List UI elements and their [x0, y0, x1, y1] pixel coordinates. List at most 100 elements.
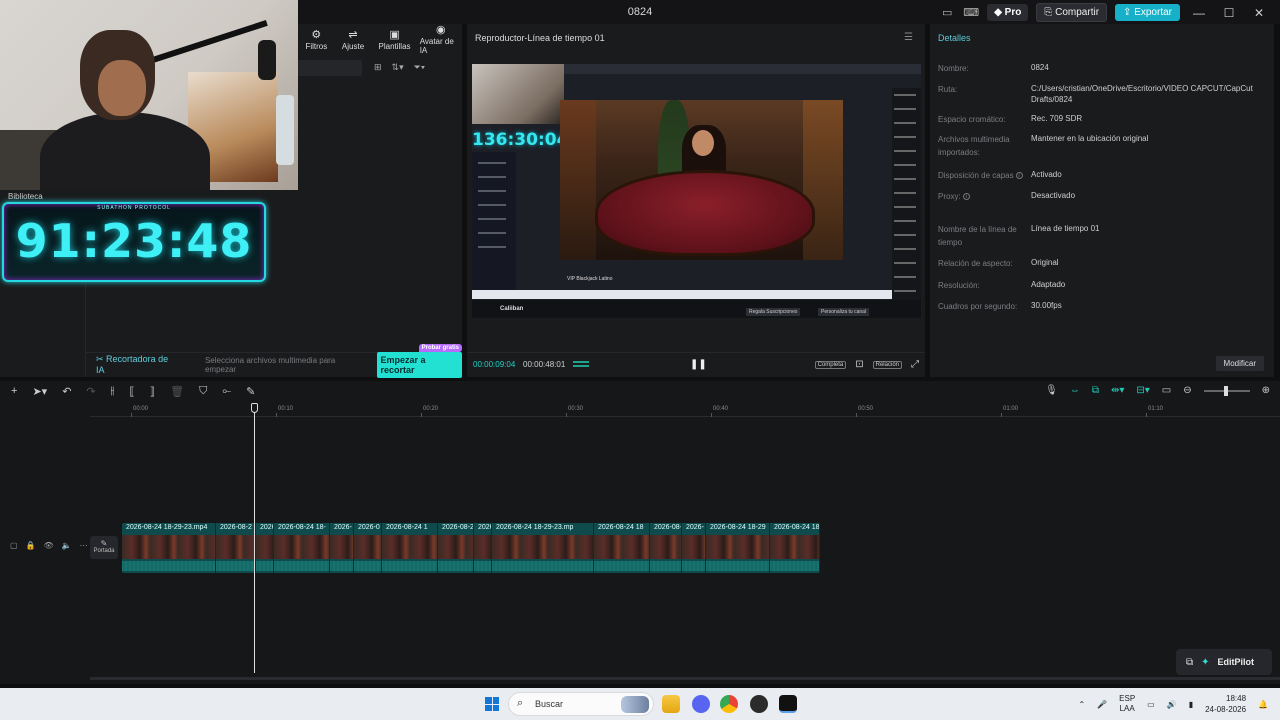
export-button[interactable]: ⇪ Exportar: [1115, 4, 1180, 21]
ratio-button[interactable]: Relación: [872, 360, 902, 369]
magnet-icon[interactable]: ⧉: [1092, 385, 1099, 396]
media-tab-1[interactable]: ⇌ Ajuste: [337, 28, 370, 51]
detail-key-text: Resolución:: [938, 281, 980, 290]
detail-value: Mantener en la ubicación original: [1031, 134, 1149, 143]
trim-left-icon[interactable]: ⟦: [129, 385, 134, 398]
add-track-icon[interactable]: +: [11, 385, 17, 398]
zoom-knob[interactable]: [1223, 385, 1228, 396]
preview-sidebar: [472, 152, 516, 298]
minimize-icon[interactable]: —: [1188, 6, 1210, 20]
maximize-icon[interactable]: ☐: [1218, 6, 1240, 20]
playhead-line[interactable]: [254, 403, 255, 673]
snapshot-icon[interactable]: ⊡: [855, 359, 863, 370]
media-tab-2[interactable]: ▣ Plantillas: [373, 28, 415, 51]
time-ruler[interactable]: 00:00 00:10 00:20 00:30 00:40 00:50 01:00 01:10: [90, 403, 1280, 417]
modify-button[interactable]: Modificar: [1215, 356, 1264, 371]
delete-icon[interactable]: 🗑: [170, 385, 184, 398]
video-clip[interactable]: 2026-: [330, 523, 354, 573]
captions-icon[interactable]: ▭: [1162, 385, 1171, 396]
video-preview[interactable]: 136:30:04 VIP Blackjack Latino Caliiban …: [472, 64, 921, 318]
video-clip[interactable]: 2026-08-24 18: [594, 523, 650, 573]
close-icon[interactable]: ✕: [1248, 6, 1270, 20]
marker-icon[interactable]: ⛉: [199, 385, 207, 398]
playhead-handle[interactable]: [251, 403, 258, 413]
video-clip[interactable]: 2026-08-24 18-29-23.mp: [492, 523, 594, 573]
notifications-icon[interactable]: 🔔: [1258, 700, 1268, 709]
chrome-icon[interactable]: [720, 695, 738, 713]
trim-right-icon[interactable]: ⟧: [150, 385, 155, 398]
visibility-icon[interactable]: 👁: [44, 541, 54, 550]
discord-icon[interactable]: [692, 695, 710, 713]
video-clip[interactable]: 2026-08-24 18-29: [706, 523, 770, 573]
more-icon[interactable]: ⋯: [80, 541, 88, 550]
lock-icon[interactable]: 🔒: [26, 541, 36, 550]
select-tool-icon[interactable]: ➤▾: [32, 385, 47, 398]
full-quality-button[interactable]: Completa: [814, 360, 847, 369]
filter-icon[interactable]: ⏷▾: [414, 62, 426, 73]
link-main-track-icon[interactable]: ⇔: [1070, 385, 1080, 396]
auto-reframe-icon[interactable]: ✎: [246, 385, 255, 398]
redo-icon[interactable]: ↷: [86, 385, 95, 398]
record-voice-icon[interactable]: 🎙: [1045, 385, 1058, 396]
preview-axis-icon[interactable]: ⊟▾: [1136, 385, 1149, 396]
video-clip[interactable]: 2026-08-24 1: [382, 523, 438, 573]
video-clip[interactable]: 2026-0: [354, 523, 382, 573]
feedback-icon[interactable]: ⧉: [1186, 657, 1193, 668]
chevron-up-icon[interactable]: ⌃: [1078, 700, 1085, 709]
video-clip[interactable]: 2026-: [682, 523, 706, 573]
video-clip[interactable]: 2026-08-24 18-29-2: [770, 523, 820, 573]
zoom-in-icon[interactable]: ⊕: [1262, 385, 1270, 396]
taskbar-search[interactable]: ⌕ Buscar: [508, 692, 654, 716]
video-clip[interactable]: 2026-08-2: [438, 523, 474, 573]
media-tab-label: Filtros: [305, 41, 328, 51]
pro-button[interactable]: ◆ Pro: [987, 4, 1029, 21]
sort-icon[interactable]: ⇅▾: [392, 62, 404, 73]
video-clip[interactable]: 2026: [474, 523, 492, 573]
language-indicator[interactable]: ESP LAA: [1119, 694, 1135, 714]
network-icon[interactable]: ▭: [1147, 700, 1155, 709]
fullscreen-icon[interactable]: ⤢: [911, 359, 919, 370]
mic-tray-icon[interactable]: 🎤: [1097, 700, 1107, 709]
media-toolbar: ⚙ Filtros ⇌ Ajuste ▣ Plantillas ◉ Avatar de IA: [298, 23, 462, 55]
cover-button[interactable]: ✎ Portada: [90, 536, 118, 559]
share-button[interactable]: ⎘ Compartir: [1036, 3, 1108, 22]
timeline-scrollbar[interactable]: [90, 677, 1280, 680]
freeze-icon[interactable]: ⟜: [222, 385, 231, 398]
video-clip[interactable]: 2026-08-24 18-: [274, 523, 330, 573]
split-icon[interactable]: ⫲: [111, 385, 115, 398]
link-clips-icon[interactable]: ⇹▾: [1111, 385, 1124, 396]
video-clip[interactable]: 2026-08-: [650, 523, 682, 573]
clip-name: 2026: [260, 524, 273, 531]
search-icon: ⌕: [517, 697, 524, 709]
video-clip[interactable]: 2026-08-2: [216, 523, 256, 573]
media-search-input[interactable]: [298, 60, 362, 76]
obs-icon[interactable]: [750, 695, 768, 713]
clip-waveform: [354, 561, 381, 571]
file-explorer-icon[interactable]: [662, 695, 680, 713]
video-clip[interactable]: 2026: [256, 523, 274, 573]
ruler-tick-mark: [566, 413, 567, 417]
zoom-slider[interactable]: [1203, 385, 1250, 396]
start-cut-button[interactable]: Empezar a recortar Probar gratis: [376, 343, 462, 378]
capcut-icon[interactable]: [779, 695, 797, 713]
grid-view-icon[interactable]: ⊞: [374, 62, 382, 73]
info-icon[interactable]: i: [1015, 172, 1023, 180]
detail-key-text: Cuadros por segundo:: [938, 302, 1018, 311]
zoom-out-icon[interactable]: ⊖: [1183, 385, 1191, 396]
editpilot-widget[interactable]: ⧉ ✦ EditPilot: [1176, 649, 1272, 675]
info-icon[interactable]: i: [962, 193, 970, 201]
player-menu-icon[interactable]: ☰: [904, 32, 913, 43]
volume-icon[interactable]: 🔊: [1167, 700, 1177, 709]
windows-start-icon[interactable]: [485, 697, 499, 711]
shortcuts-icon[interactable]: ⌨: [963, 6, 979, 19]
battery-icon[interactable]: ▮: [1189, 700, 1193, 709]
mute-icon[interactable]: 🔈: [62, 541, 72, 550]
pause-icon[interactable]: ❚❚: [690, 359, 707, 370]
clock[interactable]: 18:48 24-08-2026: [1205, 693, 1246, 715]
undo-icon[interactable]: ↶: [62, 385, 71, 398]
media-tab-3[interactable]: ◉ Avatar de IA: [420, 23, 462, 55]
layout-icon[interactable]: ▭: [939, 6, 955, 19]
video-clip[interactable]: 2026-08-24 18-29-23.mp4: [122, 523, 216, 573]
track-toggle-icon[interactable]: ▢: [10, 541, 18, 550]
media-tab-0[interactable]: ⚙ Filtros: [300, 28, 333, 51]
